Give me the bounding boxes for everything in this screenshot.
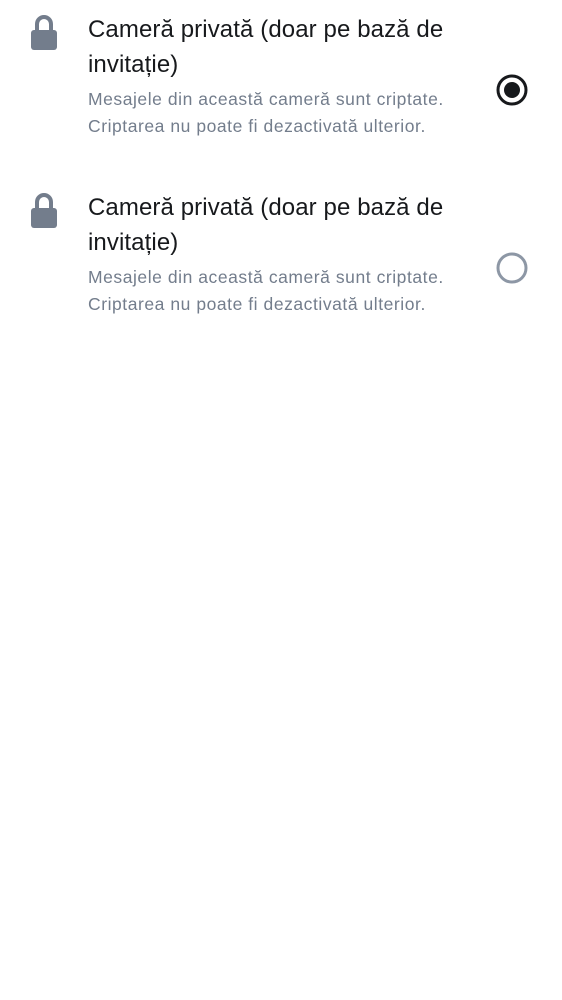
radio-button-selected[interactable] [495,73,529,107]
option-description: Mesajele din această cameră sunt criptat… [88,89,444,136]
option-title: Cameră privată (doar pe bază de invitați… [88,194,444,256]
lock-icon [29,191,59,229]
radio-button-unselected[interactable] [495,251,529,285]
option-title: Cameră privată (doar pe bază de invitați… [88,16,444,78]
option-description: Mesajele din această cameră sunt criptat… [88,267,444,314]
room-option-private-encrypted[interactable]: Cameră privată (doar pe bază de invitați… [0,178,562,348]
room-option-private-encrypted[interactable]: Cameră privată (doar pe bază de invitați… [0,0,562,170]
lock-icon [29,13,59,51]
